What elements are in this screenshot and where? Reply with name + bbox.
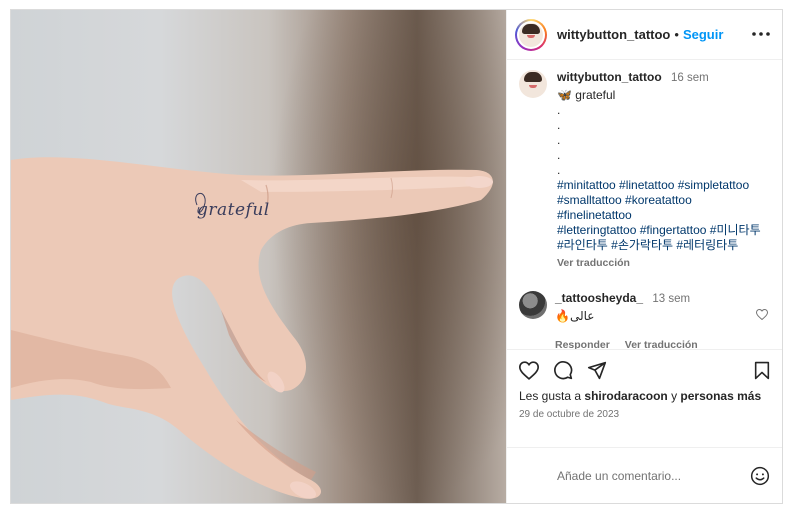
- caption-time[interactable]: 16 sem: [671, 72, 709, 84]
- likes-summary: Les gusta a shirodaracoon y personas más: [519, 389, 770, 403]
- send-icon: [587, 361, 607, 379]
- emoji-icon: [750, 466, 770, 485]
- post-date[interactable]: 29 de octubre de 2023: [519, 409, 770, 420]
- post-photo[interactable]: grateful: [11, 10, 506, 503]
- more-icon: [752, 32, 770, 36]
- comment-like-button[interactable]: [755, 307, 769, 325]
- bookmark-icon: [754, 361, 770, 379]
- add-comment-bar: [507, 447, 782, 503]
- see-translation-link[interactable]: Ver traducción: [557, 256, 768, 271]
- caption-dot: .: [557, 118, 561, 132]
- comment-actions: Responder Ver traducción: [555, 338, 710, 349]
- hashtag-line[interactable]: #라인타투 #손가락타투 #레터링타투: [557, 238, 738, 252]
- follow-button[interactable]: Seguir: [683, 27, 723, 42]
- like-button[interactable]: [519, 360, 539, 380]
- comment-button[interactable]: [553, 360, 573, 380]
- reply-button[interactable]: Responder: [555, 339, 610, 349]
- comment-input[interactable]: [557, 468, 750, 483]
- post-caption: wittybutton_tattoo 16 sem 🦋 grateful . .…: [519, 70, 768, 271]
- heart-icon: [755, 308, 769, 321]
- comment-body: _tattoosheyda_ 13 sem 🔥عالی Responder Ve…: [555, 291, 710, 349]
- share-button[interactable]: [587, 361, 607, 380]
- post-side-panel: wittybutton_tattoo • Seguir wittybutton_…: [506, 10, 782, 503]
- caption-dot: .: [557, 133, 561, 147]
- caption-username[interactable]: wittybutton_tattoo: [557, 70, 662, 84]
- comment-translate-link[interactable]: Ver traducción: [625, 339, 698, 349]
- hashtag-line[interactable]: #letteringtattoo #fingertattoo #미니타투: [557, 223, 761, 237]
- avatar[interactable]: [515, 18, 547, 51]
- comment-avatar[interactable]: [519, 291, 547, 319]
- likes-others-link[interactable]: personas más: [680, 389, 761, 403]
- caption-dot: .: [557, 163, 561, 177]
- instagram-post: grateful wittybutton_tattoo • Seguir wit…: [10, 9, 783, 504]
- comment-time[interactable]: 13 sem: [652, 293, 690, 305]
- emoji-button[interactable]: [750, 466, 770, 486]
- likes-prefix: Les gusta a: [519, 389, 585, 403]
- comment-icon: [554, 361, 573, 380]
- caption-dot: .: [557, 103, 561, 117]
- comment-item: _tattoosheyda_ 13 sem 🔥عالی Responder Ve…: [519, 291, 769, 349]
- caption-body: wittybutton_tattoo 16 sem 🦋 grateful . .…: [557, 70, 768, 271]
- caption-text: 🦋 grateful: [557, 88, 616, 102]
- hashtag-line[interactable]: #minitattoo #linetattoo #simpletattoo: [557, 178, 749, 192]
- caption-dots: . . . . .: [557, 103, 768, 178]
- post-actions: Les gusta a shirodaracoon y personas más…: [507, 349, 782, 447]
- more-options-button[interactable]: [752, 25, 770, 44]
- caption-avatar[interactable]: [519, 70, 547, 98]
- post-header: wittybutton_tattoo • Seguir: [507, 10, 782, 60]
- comments-section: wittybutton_tattoo 16 sem 🦋 grateful . .…: [507, 60, 782, 349]
- hashtag-line[interactable]: #smalltattoo #koreatattoo #finelinetatto…: [557, 193, 692, 222]
- heart-icon: [519, 360, 539, 380]
- save-button[interactable]: [754, 361, 770, 380]
- comment-text: 🔥عالی: [555, 309, 595, 323]
- header-username[interactable]: wittybutton_tattoo: [557, 27, 670, 42]
- likes-user-link[interactable]: shirodaracoon: [584, 389, 667, 403]
- comment-username[interactable]: _tattoosheyda_: [555, 291, 643, 305]
- tattoo-lettering: grateful: [197, 200, 270, 220]
- likes-conjunction: y: [667, 389, 681, 403]
- action-icons: [519, 360, 770, 380]
- caption-dot: .: [557, 148, 561, 162]
- hand-illustration: grateful: [11, 157, 493, 499]
- caption-hashtags: #minitattoo #linetattoo #simpletattoo #s…: [557, 178, 768, 253]
- separator-dot: •: [674, 27, 679, 42]
